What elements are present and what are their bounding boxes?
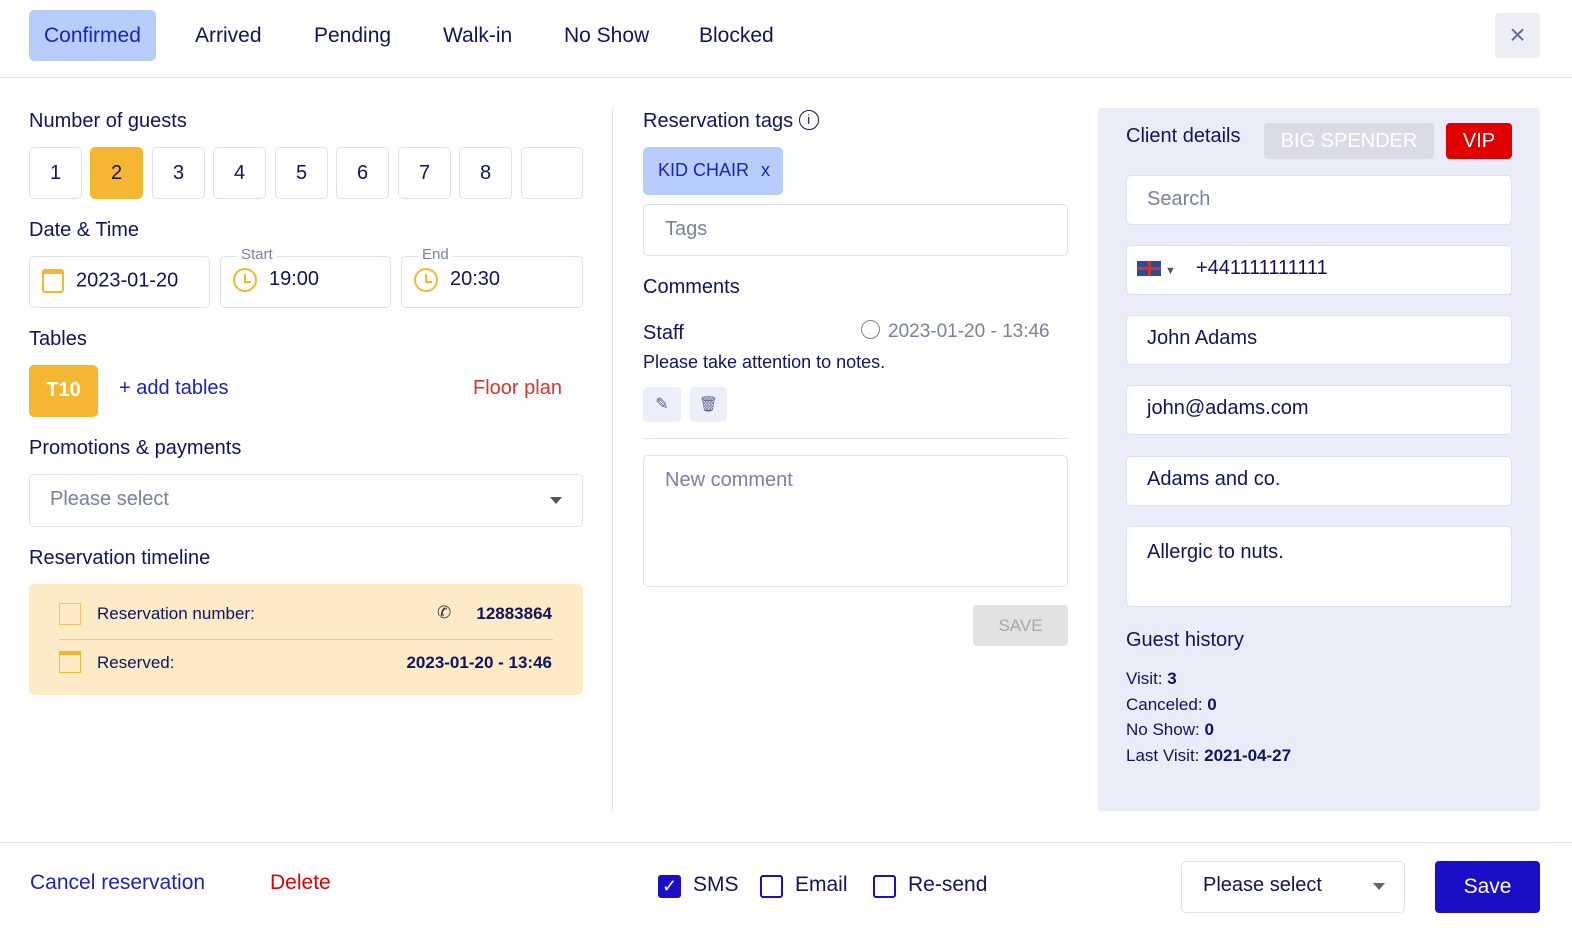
tags-input[interactable]: Tags [643, 204, 1068, 256]
calendar-icon [42, 269, 64, 293]
table-chip-t10[interactable]: T10 [29, 365, 98, 417]
reservation-number: 12883864 [476, 604, 552, 623]
datetime-label: Date & Time [29, 219, 140, 241]
comments-label: Comments [643, 276, 740, 298]
clock-icon [861, 320, 880, 339]
badge-big-spender[interactable]: BIG SPENDER [1264, 123, 1434, 159]
divider [0, 77, 1572, 78]
phone-input[interactable]: ▼ +441111111111 [1126, 245, 1512, 295]
tab-arrived[interactable]: Arrived [180, 10, 277, 61]
resend-label: Re-send [908, 873, 988, 896]
tables-label: Tables [29, 328, 87, 350]
guest-option-7[interactable]: 7 [398, 147, 451, 199]
client-notes-textarea[interactable]: Allergic to nuts. [1126, 526, 1512, 607]
info-icon[interactable]: i [798, 110, 819, 130]
close-icon[interactable]: × [1495, 13, 1540, 58]
delete-link[interactable]: Delete [270, 871, 331, 895]
tags-label: Reservation tags i [643, 110, 819, 133]
column-divider [612, 108, 613, 811]
clock-icon [233, 268, 257, 292]
timeline-label: Reservation timeline [29, 547, 211, 569]
end-label: End [418, 246, 453, 263]
client-search-input[interactable]: Search [1126, 175, 1512, 225]
new-comment-textarea[interactable]: New comment [643, 455, 1068, 587]
date-input[interactable]: 2023-01-20 [29, 256, 210, 308]
remove-tag-button[interactable]: x [761, 160, 770, 180]
timeline-box: Reservation number: ✆ 12883864 Reserved:… [29, 584, 583, 695]
email-label: Email [795, 873, 848, 896]
client-details-label: Client details [1126, 125, 1241, 147]
guest-option-3[interactable]: 3 [152, 147, 205, 199]
guest-option-4[interactable]: 4 [213, 147, 266, 199]
chevron-down-icon [550, 497, 562, 510]
tab-blocked[interactable]: Blocked [684, 10, 789, 61]
edit-comment-button[interactable]: ✎ [643, 387, 681, 422]
tag-chip-kid-chair: KID CHAIR x [643, 147, 783, 195]
comment-time: 2023-01-20 - 13:46 [861, 320, 1050, 343]
guest-option-6[interactable]: 6 [336, 147, 389, 199]
tab-pending[interactable]: Pending [299, 10, 406, 61]
calendar-icon [59, 651, 81, 673]
reserved-datetime: 2023-01-20 - 13:46 [406, 653, 552, 672]
guest-option-1[interactable]: 1 [29, 147, 82, 199]
clock-icon [414, 268, 438, 292]
chevron-down-icon [1373, 883, 1385, 896]
reserved-label: Reserved: [97, 653, 175, 672]
uk-flag-icon[interactable] [1137, 261, 1161, 277]
footer-select[interactable]: Please select [1181, 861, 1405, 913]
tab-walk-in[interactable]: Walk-in [428, 10, 527, 61]
edit-note-icon [59, 603, 81, 625]
reservation-number-label: Reservation number: [97, 604, 255, 623]
name-input[interactable]: John Adams [1126, 315, 1512, 365]
resend-checkbox[interactable] [873, 875, 896, 898]
start-label: Start [237, 246, 277, 263]
guest-custom-input[interactable] [521, 147, 583, 199]
comment-save-button[interactable]: SAVE [973, 605, 1068, 646]
guests-label: Number of guests [29, 110, 187, 132]
phone-icon: ✆ [437, 603, 452, 622]
promotions-select[interactable]: Please select [29, 474, 583, 527]
sms-label: SMS [693, 873, 739, 896]
tab-no-show[interactable]: No Show [549, 10, 664, 61]
pencil-icon: ✎ [655, 396, 669, 413]
sms-checkbox[interactable]: ✓ [658, 875, 681, 898]
guest-history: Visit: 3 Canceled: 0 No Show: 0 Last Vis… [1126, 669, 1292, 765]
tab-confirmed[interactable]: Confirmed [29, 10, 156, 61]
company-input[interactable]: Adams and co. [1126, 456, 1512, 506]
start-time-input[interactable]: Start 19:00 [220, 246, 391, 308]
guest-history-label: Guest history [1126, 629, 1244, 651]
comment-author: Staff [643, 322, 684, 344]
comment-text: Please take attention to notes. [643, 352, 886, 372]
guest-option-2[interactable]: 2 [90, 147, 143, 199]
promotions-label: Promotions & payments [29, 437, 242, 459]
badge-vip[interactable]: VIP [1446, 123, 1512, 159]
floor-plan-link[interactable]: Floor plan [473, 377, 562, 400]
delete-comment-button[interactable]: 🗑 [690, 387, 727, 422]
guest-option-8[interactable]: 8 [459, 147, 512, 199]
end-time-input[interactable]: End 20:30 [401, 246, 583, 308]
trash-icon: 🗑 [698, 396, 719, 413]
add-tables-link[interactable]: + add tables [119, 377, 229, 400]
cancel-reservation-link[interactable]: Cancel reservation [30, 871, 205, 895]
email-input[interactable]: john@adams.com [1126, 385, 1512, 435]
email-checkbox[interactable] [760, 875, 783, 898]
guest-option-5[interactable]: 5 [275, 147, 328, 199]
save-button[interactable]: Save [1435, 861, 1540, 913]
